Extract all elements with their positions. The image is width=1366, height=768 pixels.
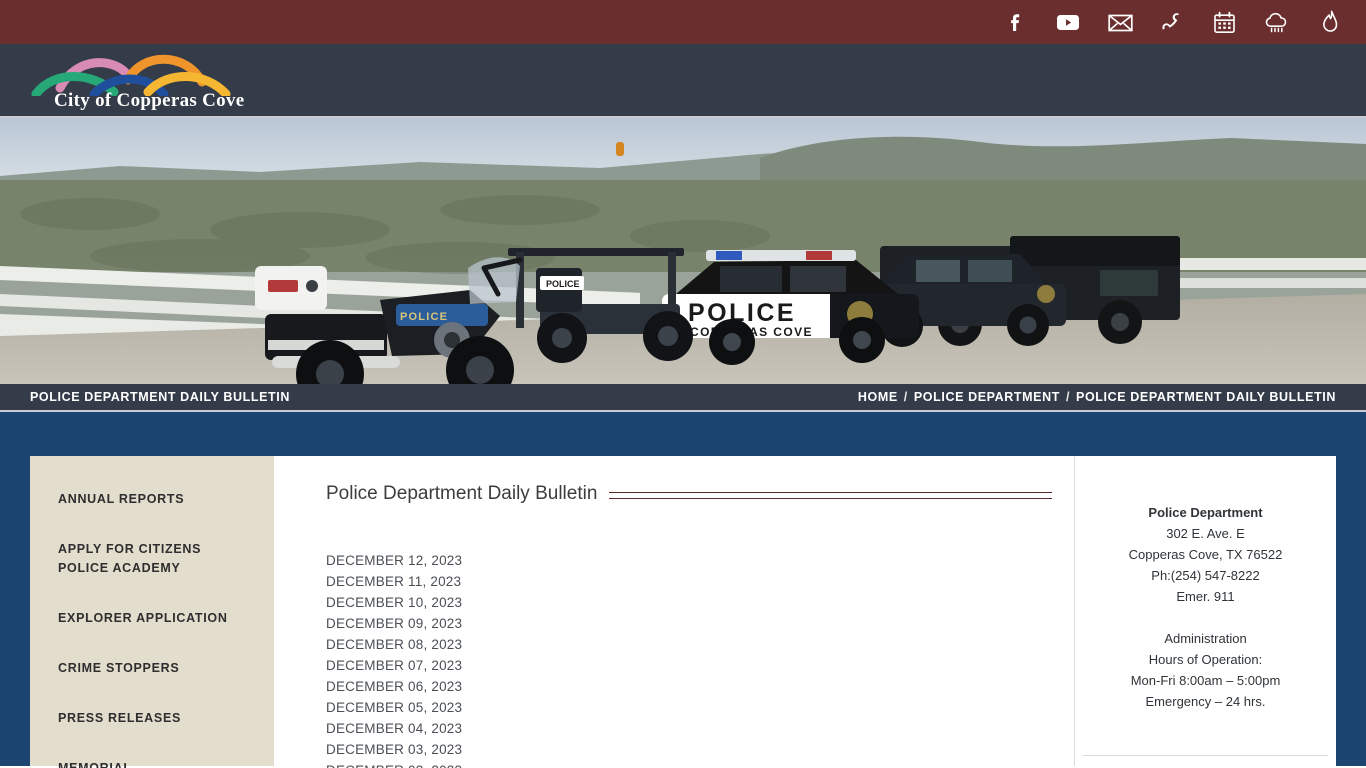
breadcrumb-item-current: POLICE DEPARTMENT DAILY BULLETIN [1076, 390, 1336, 404]
list-item[interactable]: DECEMBER 03, 2023 [326, 739, 462, 760]
page-title: POLICE DEPARTMENT DAILY BULLETIN [30, 390, 290, 404]
list-item[interactable]: DECEMBER 02, 2023 [326, 760, 462, 768]
social-icon-list [1002, 8, 1342, 36]
heading-rule [609, 492, 1052, 499]
list-item[interactable]: DECEMBER 12, 2023 [326, 550, 462, 571]
contact-department: Police Department [1148, 505, 1263, 520]
contact-address-line1: 302 E. Ave. E [1166, 526, 1245, 541]
fire-icon[interactable] [1314, 8, 1342, 36]
sidebar-item-memorial[interactable]: MEMORIAL [30, 753, 274, 768]
list-item[interactable]: DECEMBER 04, 2023 [326, 718, 462, 739]
breadcrumb: HOME / POLICE DEPARTMENT / POLICE DEPART… [858, 390, 1336, 404]
breadcrumb-item-police-department[interactable]: POLICE DEPARTMENT [914, 390, 1060, 404]
list-item[interactable]: DECEMBER 05, 2023 [326, 697, 462, 718]
contact-hours-emergency: Emergency – 24 hrs. [1145, 694, 1266, 709]
list-item[interactable]: DECEMBER 07, 2023 [326, 655, 462, 676]
list-item[interactable]: DECEMBER 10, 2023 [326, 592, 462, 613]
contact-spacer [1089, 607, 1322, 628]
content-heading-row: Police Department Daily Bulletin [326, 483, 1052, 505]
breadcrumb-item-home[interactable]: HOME [858, 390, 898, 404]
contact-phone: Ph:(254) 547-8222 [1151, 568, 1260, 583]
sidebar-item-press-releases[interactable]: PRESS RELEASES [30, 703, 274, 734]
contact-address-line2: Copperas Cove, TX 76522 [1128, 547, 1283, 562]
facebook-icon[interactable] [1002, 8, 1030, 36]
bulletin-link-list: DECEMBER 12, 2023 DECEMBER 11, 2023 DECE… [326, 550, 1052, 768]
top-social-bar [0, 0, 1366, 44]
svg-text:POLICE: POLICE [546, 279, 580, 289]
left-sidebar-nav: ANNUAL REPORTS APPLY FOR CITIZENS POLICE… [30, 456, 274, 768]
list-item[interactable]: DECEMBER 08, 2023 [326, 634, 462, 655]
weather-icon[interactable] [1262, 8, 1290, 36]
list-item[interactable]: DECEMBER 11, 2023 [326, 571, 461, 592]
content-card: Police Department Daily Bulletin DECEMBE… [274, 456, 1336, 768]
calendar-icon[interactable] [1210, 8, 1238, 36]
list-item[interactable]: DECEMBER 06, 2023 [326, 676, 462, 697]
main-content: Police Department Daily Bulletin DECEMBE… [274, 456, 1074, 768]
sidebar-item-crime-stoppers[interactable]: CRIME STOPPERS [30, 653, 274, 684]
svg-text:POLICE: POLICE [400, 311, 448, 323]
sidebar-item-citizens-police-academy[interactable]: APPLY FOR CITIZENS POLICE ACADEMY [30, 534, 274, 584]
breadcrumb-separator: / [903, 390, 908, 404]
youtube-icon[interactable] [1054, 8, 1082, 36]
list-item[interactable]: DECEMBER 09, 2023 [326, 613, 462, 634]
page-title-bar: POLICE DEPARTMENT DAILY BULLETIN HOME / … [0, 384, 1366, 412]
contact-hours-weekday: Mon-Fri 8:00am – 5:00pm [1130, 673, 1281, 688]
phone-icon[interactable] [1158, 8, 1186, 36]
site-logo[interactable]: City of Copperas Cove [30, 48, 244, 114]
site-header: City of Copperas Cove [0, 44, 1366, 118]
logo-text: City of Copperas Cove [54, 90, 245, 111]
email-icon[interactable] [1106, 8, 1134, 36]
contact-divider [1083, 755, 1328, 756]
breadcrumb-separator: / [1065, 390, 1071, 404]
contact-admin-label: Administration [1164, 631, 1247, 646]
hero-banner: POLICE COPPERAS COVE POLICE [0, 118, 1366, 384]
content-heading: Police Department Daily Bulletin [326, 483, 598, 504]
sidebar-item-annual-reports[interactable]: ANNUAL REPORTS [30, 484, 274, 515]
page-canvas: ANNUAL REPORTS APPLY FOR CITIZENS POLICE… [0, 412, 1366, 768]
content-shell: ANNUAL REPORTS APPLY FOR CITIZENS POLICE… [30, 456, 1336, 768]
contact-emergency: Emer. 911 [1176, 589, 1235, 604]
contact-hours-label: Hours of Operation: [1148, 652, 1263, 667]
sidebar-item-explorer-application[interactable]: EXPLORER APPLICATION [30, 603, 274, 634]
contact-sidebar: Police Department 302 E. Ave. E Copperas… [1074, 456, 1336, 766]
